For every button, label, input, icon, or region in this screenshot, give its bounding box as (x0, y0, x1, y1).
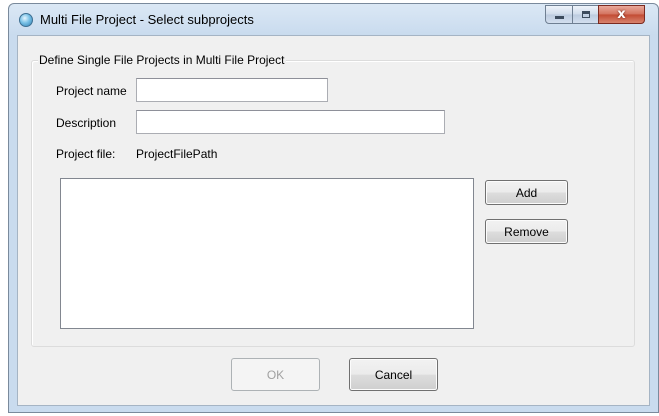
minimize-button[interactable] (545, 5, 573, 24)
window-title: Multi File Project - Select subprojects (40, 12, 254, 27)
subprojects-list[interactable] (60, 178, 474, 329)
description-label: Description (56, 116, 117, 130)
description-input[interactable] (136, 110, 445, 134)
dialog-window: Multi File Project - Select subprojects … (8, 3, 659, 413)
project-name-input[interactable] (136, 78, 328, 102)
cancel-button[interactable]: Cancel (349, 358, 438, 391)
add-button[interactable]: Add (485, 180, 568, 205)
project-file-label: Project file: (56, 147, 116, 161)
title-bar[interactable]: Multi File Project - Select subprojects … (9, 4, 658, 36)
app-globe-icon (19, 13, 33, 27)
groupbox-title: Define Single File Projects in Multi Fil… (38, 53, 287, 67)
project-name-label: Project name (56, 84, 127, 98)
ok-button[interactable]: OK (231, 358, 320, 391)
maximize-icon (581, 11, 590, 18)
close-icon: x (617, 7, 626, 22)
maximize-button[interactable] (572, 5, 599, 24)
project-file-path: ProjectFilePath (136, 147, 218, 161)
dialog-client-area: Define Single File Projects in Multi Fil… (17, 35, 650, 406)
remove-button[interactable]: Remove (485, 219, 568, 244)
close-button[interactable]: x (598, 5, 645, 24)
minimize-icon (554, 16, 564, 19)
